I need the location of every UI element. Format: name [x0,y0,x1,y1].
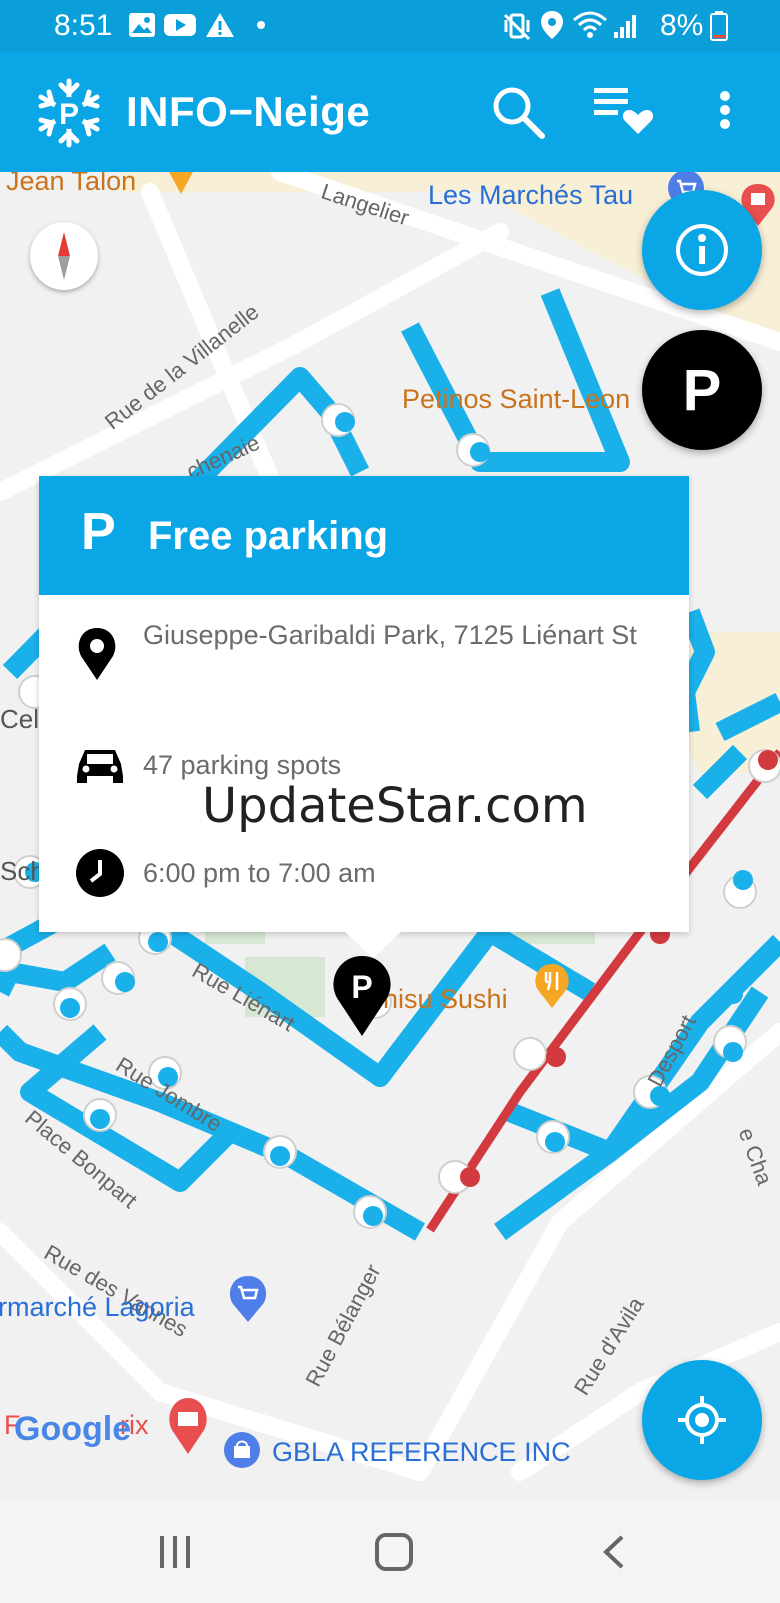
parking-filter-label: P [682,357,722,423]
parking-info-card[interactable]: P Free parking Giuseppe-Garibaldi Park, … [39,476,689,932]
svg-text:P: P [59,98,79,131]
watermark: UpdateStar.com [202,778,588,834]
shopping-cart-pin-icon [229,1276,267,1322]
card-header: P Free parking [39,476,689,595]
wifi-icon [573,11,607,38]
warning-icon [206,13,234,37]
search-icon[interactable] [490,84,546,140]
pharmacy-pin-icon [169,1398,207,1454]
back-icon[interactable] [600,1534,628,1570]
system-nav-bar [0,1500,780,1603]
card-hours: 6:00 pm to 7:00 am [143,858,376,888]
parking-filter-button[interactable]: P [642,330,762,450]
card-address: Giuseppe-Garibaldi Park, 7125 Liénart St [143,620,637,650]
image-icon [129,13,155,37]
parking-marker[interactable]: P [331,954,393,1038]
clock-icon [76,849,124,897]
vibrate-icon [503,13,531,40]
place-les-marches[interactable]: Les Marchés Tau [428,180,633,211]
place-petinos[interactable]: Petinos Saint-Leon [402,384,630,415]
place-jean-talon[interactable]: Jean Talon [6,172,136,197]
compass-icon [58,232,70,280]
recents-icon[interactable] [158,1534,194,1570]
compass-button[interactable] [30,222,98,290]
place-gbla[interactable]: GBLA REFERENCE INC [272,1437,571,1468]
app-bar: P INFO−Neige [0,52,780,172]
dot-icon [257,21,265,29]
car-icon [77,750,123,783]
street-cel: Cel [0,704,40,734]
snowflake-p-icon: P [38,78,100,148]
my-location-icon [678,1396,726,1444]
info-icon [676,224,728,276]
card-title: Free parking [148,514,389,558]
place-lagoria[interactable]: rmarché Lagoria [0,1292,195,1323]
status-time: 8:51 [54,9,113,42]
app-title: INFO−Neige [126,88,371,135]
google-logo: Google [14,1410,132,1448]
place-sushi[interactable]: hisu Sushi [383,984,508,1015]
battery-percentage: 8% [660,9,704,42]
youtube-icon [164,14,196,36]
parking-marker-letter: P [351,969,372,1005]
card-header-p: P [81,503,116,561]
info-button[interactable] [642,190,762,310]
location-icon [541,11,563,39]
battery-icon [710,11,728,41]
home-icon[interactable] [374,1532,414,1572]
shopping-bag-icon [224,1432,260,1468]
signal-icon [614,15,636,38]
place-pin-icon [169,172,193,194]
my-location-button[interactable] [642,1360,762,1480]
location-pin-icon [78,628,116,680]
favorites-list-icon[interactable] [592,82,654,138]
more-vert-icon[interactable] [718,90,732,130]
status-bar: 8:51 8% [0,0,780,52]
restaurant-pin-icon [535,964,569,1008]
card-pointer [345,932,401,958]
